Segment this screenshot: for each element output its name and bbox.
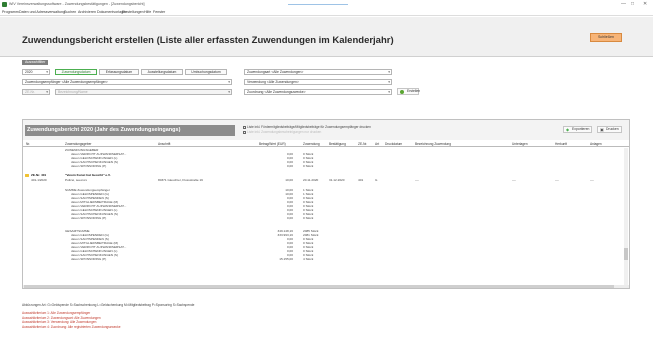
chevron-down-icon: ▾ xyxy=(228,90,230,94)
chevron-down-icon: ▾ xyxy=(388,80,390,84)
chevron-down-icon: ▾ xyxy=(388,90,390,94)
menu-archivieren[interactable]: Archivieren xyxy=(78,10,96,14)
checkbox-nur-drucken[interactable]: Liste inkl. Zuwendungsbescheinigungen nu… xyxy=(243,130,321,134)
tab-erfassungsdatum[interactable]: Erfassungsdatum xyxy=(99,69,139,75)
entry-date-confirmed: 31.12.2020 xyxy=(329,178,345,182)
checkbox-mitgliedsbeitraege[interactable]: Liste inkl. Fördermitgliedsbeiträge/Mitg… xyxy=(243,125,371,129)
entry-dash: ---- xyxy=(415,178,420,182)
menu-bar: Programm Daten und Adressverwaltung Such… xyxy=(0,9,653,16)
horizontal-scrollbar[interactable] xyxy=(23,285,629,288)
col-zuwendungsgeber[interactable]: Zuwendungsgeber xyxy=(65,142,91,146)
abbreviation-legend: Abkürzungen Art: G=Geldspende S=Sachsche… xyxy=(22,303,195,307)
add-circle-icon xyxy=(400,90,404,94)
empfaenger-select[interactable]: Zuwendungsempfänger <Alle Zuwendungsempf… xyxy=(22,79,232,85)
chevron-down-icon: ▾ xyxy=(46,70,48,74)
vertical-scrollbar[interactable] xyxy=(624,148,628,286)
entry-nr[interactable]: 401-1/2020 xyxy=(31,178,47,182)
amount-value: 0,00 xyxy=(286,164,293,168)
entry-date-received: 20.11.2020 xyxy=(303,178,319,182)
menu-daten[interactable]: Daten und Adressverwaltung xyxy=(19,10,65,14)
page-title: Zuwendungsbericht erstellen (Liste aller… xyxy=(22,35,394,46)
col-ze-nr[interactable]: ZE-Nr. xyxy=(358,142,367,146)
minimize-icon[interactable]: — xyxy=(621,1,626,7)
chevron-down-icon: ▾ xyxy=(228,80,230,84)
tab-ausstellungsdatum[interactable]: Ausstellungsdatum xyxy=(141,69,183,75)
erstellen-button[interactable]: Erstellen xyxy=(397,88,420,95)
count-value: 4 Stück xyxy=(303,257,314,261)
verwendung-select[interactable]: Verwendung <Alle Zuwendungen> ▾ xyxy=(244,79,392,85)
report-title: Zuwendungsbericht 2020 (Jahr des Zuwendu… xyxy=(25,125,235,136)
menu-suchen[interactable]: Suchen xyxy=(64,10,76,14)
amount-value: 0,00 xyxy=(286,216,293,220)
col-druckdatum[interactable]: Druckdatum xyxy=(385,142,402,146)
app-logo-icon xyxy=(2,2,7,7)
schliessen-button[interactable]: Schließen xyxy=(590,33,622,42)
printer-icon: ▣ xyxy=(600,127,604,132)
col-unterlagen[interactable]: Unterlagen xyxy=(512,142,528,146)
org-name: "Verein Kunst hat Gesicht" e.V. xyxy=(65,173,111,177)
count-value: 0 Stück xyxy=(303,164,314,168)
page-header: Zuwendungsbericht erstellen (Liste aller… xyxy=(0,17,653,57)
entry-dash: ---- xyxy=(512,178,517,182)
year-select[interactable]: 2020 ▾ xyxy=(22,69,50,75)
window-titlebar: WIV Vereinsverwaltungssoftware - Zuwendu… xyxy=(0,0,653,9)
scroll-thumb[interactable] xyxy=(624,248,628,260)
drucken-button[interactable]: ▣ Drucken xyxy=(597,126,622,133)
report-toolbar: Zuwendungsbericht 2020 (Jahr des Zuwendu… xyxy=(23,120,629,140)
bezeichnung-input[interactable]: Bezeichnung/Name ▾ xyxy=(55,89,232,95)
zuwendungsart-select[interactable]: Zuwendungsart <Alle Zuwendungen> ▾ xyxy=(244,69,392,75)
menu-programm[interactable]: Programm xyxy=(2,10,19,14)
list-item: davon SPONSORING (P) xyxy=(71,164,107,168)
menu-hilfe[interactable]: Hilfe xyxy=(144,10,151,14)
chevron-down-icon: ▾ xyxy=(46,90,48,94)
tab-zuwendungsdatum[interactable]: Zuwendungsdatum xyxy=(55,69,97,75)
criteria-list: Auswahlkriterium 1: Alle Zuwendungsempfä… xyxy=(22,311,630,329)
amount-value: 15.155,00 xyxy=(279,257,293,261)
scroll-thumb[interactable] xyxy=(24,285,614,288)
list-item: davon SPONSORING (P) xyxy=(71,216,107,220)
col-herkunft[interactable]: Herkunft xyxy=(555,142,567,146)
col-bezeichnung[interactable]: Bezeichnung Zuwendung xyxy=(415,142,451,146)
col-nr[interactable]: Nr. xyxy=(26,142,30,146)
entry-dash: ---- xyxy=(555,178,560,182)
ze-group-label[interactable]: ZE-Nr. 401 xyxy=(31,173,46,177)
entry-ze-nr: 401 xyxy=(358,178,364,182)
filter-section: Auswahlfilter 2020 ▾ Zuwendungsdatum Erfa… xyxy=(22,58,630,114)
export-arrow-icon: ◆ xyxy=(566,127,570,132)
col-bestaetigung[interactable]: Bestätigung xyxy=(329,142,346,146)
entry-dash: ---- xyxy=(590,178,595,182)
col-art[interactable]: Art xyxy=(375,142,379,146)
count-value: 0 Stück xyxy=(303,216,314,220)
maximize-icon[interactable]: □ xyxy=(631,1,634,7)
window-title: WIV Vereinsverwaltungssoftware - Zuwendu… xyxy=(9,2,145,6)
entry-address: 80371 Gleuchter, Flussstraße 19 xyxy=(158,178,203,182)
exportieren-button[interactable]: ◆ Exportieren xyxy=(563,126,593,133)
report-panel: Zuwendungsbericht 2020 (Jahr des Zuwendu… xyxy=(22,119,630,289)
entry-art: G xyxy=(375,178,378,182)
col-betrag[interactable]: Betrag/Wert (EUR) xyxy=(259,142,286,146)
zuordnung-select[interactable]: Zuordnung <Alle Zuwendungszwecke> ▾ xyxy=(244,89,392,95)
folder-icon xyxy=(25,174,29,177)
ze-nr-input[interactable]: ZE-Nr. ▾ xyxy=(22,89,50,95)
report-body: ZUWENDUNGSGEBER davon VERZICHT AUFWANDSE… xyxy=(23,148,623,286)
menu-einstellungen[interactable]: Einstellungen xyxy=(122,10,144,14)
filter-badge: Auswahlfilter xyxy=(22,60,49,65)
column-header-row: Nr. Zuwendungsgeber Anschrift Betrag/Wer… xyxy=(23,141,629,147)
col-zuwendung[interactable]: Zuwendung xyxy=(303,142,320,146)
entry-amount: 10,00 xyxy=(285,178,293,182)
col-anlagen[interactable]: Anlagen xyxy=(590,142,602,146)
criteria-line: Auswahlkriterium 4: Zuordnung: Alle regi… xyxy=(22,324,121,329)
list-item: davon SPONSORING (P) xyxy=(71,257,107,261)
window-progress-strip xyxy=(288,4,348,5)
close-window-icon[interactable]: ✕ xyxy=(643,1,647,7)
tab-umbuchungsdatum[interactable]: Umbuchungsdatum xyxy=(185,69,227,75)
menu-fenster[interactable]: Fenster xyxy=(153,10,165,14)
chevron-down-icon: ▾ xyxy=(388,70,390,74)
col-anschrift[interactable]: Anschrift xyxy=(158,142,170,146)
entry-name: Polizei, seexxxx xyxy=(65,178,88,182)
